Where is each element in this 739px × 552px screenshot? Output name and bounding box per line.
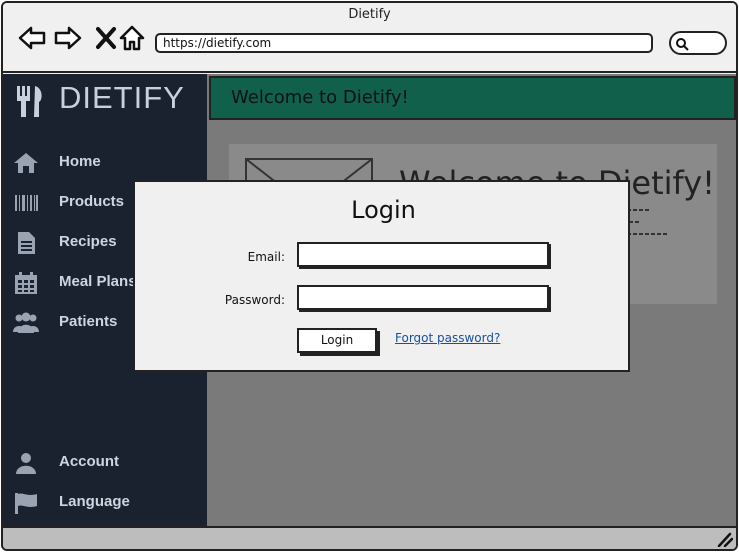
barcode-icon: [15, 195, 38, 211]
browser-search-box[interactable]: [669, 31, 727, 55]
home-nav-icon[interactable]: [117, 23, 147, 53]
sidebar-item-label: Products: [59, 193, 125, 210]
status-bar: [3, 526, 736, 549]
forward-arrow-icon[interactable]: [53, 23, 83, 53]
sidebar-item-label: Language: [59, 493, 130, 510]
user-icon: [16, 453, 36, 474]
home-icon: [14, 153, 38, 173]
calendar-icon: [15, 272, 37, 294]
sidebar-item-label: Patients: [59, 313, 118, 330]
search-icon: [676, 38, 689, 51]
address-bar[interactable]: https://dietify.com: [155, 33, 653, 53]
sidebar-item-label: Home: [59, 153, 101, 170]
welcome-banner: Welcome to Dietify!: [209, 76, 736, 120]
dialog-title: Login: [351, 196, 416, 224]
email-label: Email:: [247, 250, 285, 264]
forgot-password-link[interactable]: Forgot password?: [395, 331, 500, 345]
sidebar-item-home[interactable]: Home: [13, 148, 203, 178]
password-field[interactable]: [297, 285, 549, 310]
window-title: Dietify: [348, 7, 391, 22]
browser-toolbar: Dietify https://dietify.com: [3, 3, 736, 73]
resize-grip-icon[interactable]: [715, 531, 733, 547]
sidebar-item-account[interactable]: Account: [13, 448, 203, 478]
brand-name: DIETIFY: [59, 80, 185, 115]
sidebar-item-language[interactable]: Language: [13, 488, 203, 518]
flag-icon: [15, 493, 37, 514]
banner-text: Welcome to Dietify!: [231, 87, 409, 108]
sidebar-item-label: Account: [59, 453, 119, 470]
fork-knife-icon: [17, 86, 42, 117]
back-arrow-icon[interactable]: [17, 23, 47, 53]
users-icon: [13, 312, 39, 333]
email-field[interactable]: [297, 242, 549, 267]
sidebar-item-label: Meal Plans: [59, 273, 137, 290]
login-button[interactable]: Login: [297, 328, 377, 353]
document-icon: [18, 232, 35, 254]
sidebar-item-label: Recipes: [59, 233, 117, 250]
password-label: Password:: [224, 293, 285, 307]
login-dialog: Login Email: Password: Login Forgot pass…: [133, 180, 630, 372]
